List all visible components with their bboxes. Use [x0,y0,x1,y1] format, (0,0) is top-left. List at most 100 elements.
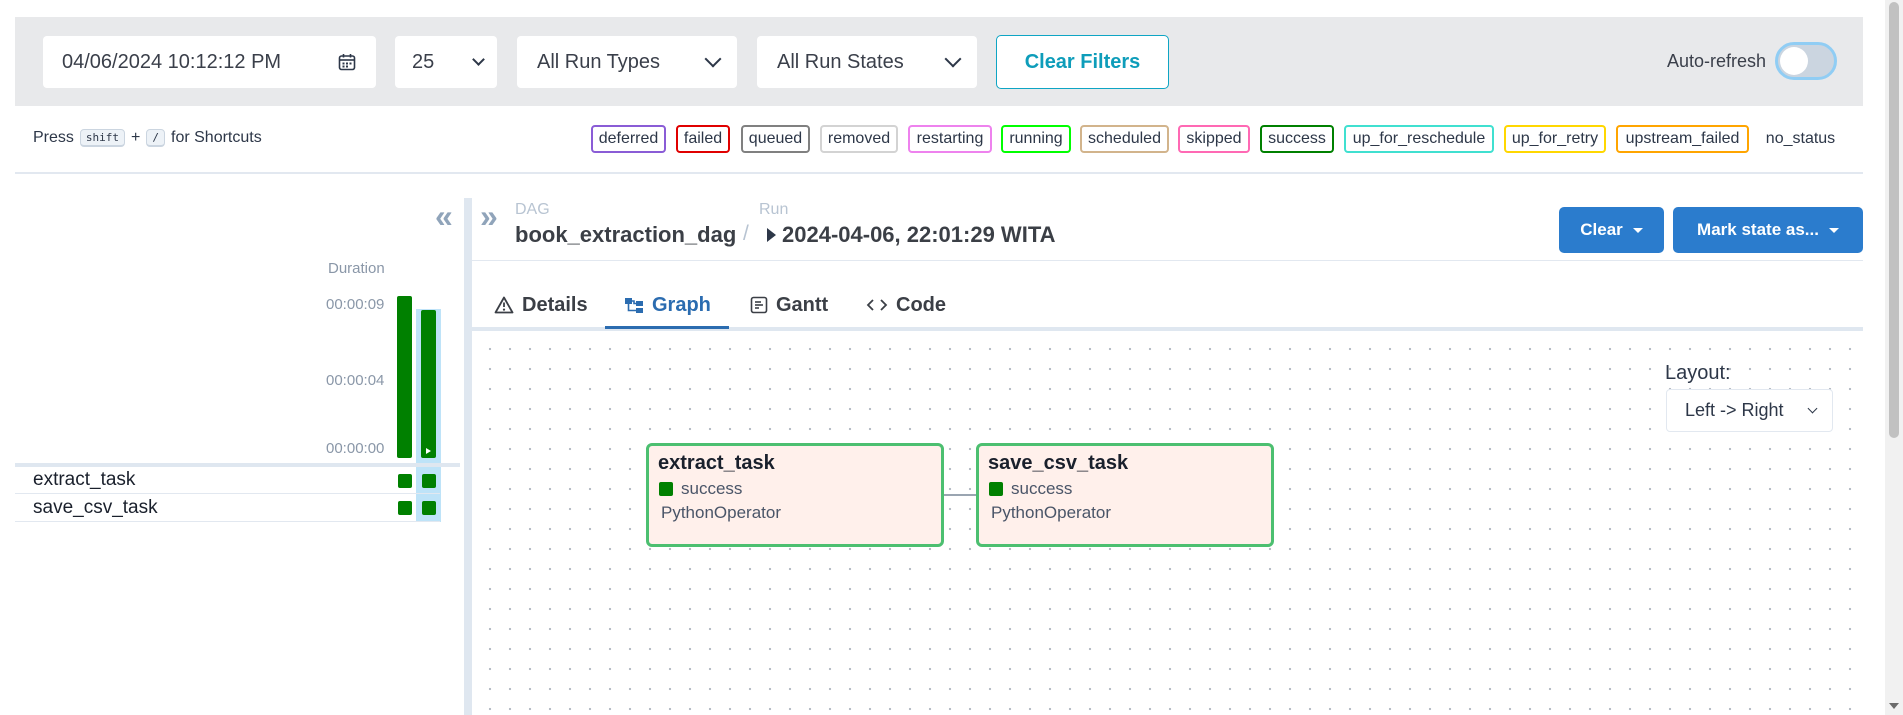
task-name: save_csv_task [33,497,158,518]
tab-gantt-label: Gantt [776,293,829,316]
calendar-icon[interactable] [338,53,356,71]
task-name: extract_task [33,469,136,490]
legend-deferred[interactable]: deferred [591,125,666,153]
tab-details-label: Details [522,293,588,316]
execution-date-input[interactable]: 04/06/2024 10:12:12 PM [43,36,376,88]
scrollbar-thumb[interactable] [1889,2,1899,438]
graph-node-extract-task[interactable]: extract_task success PythonOperator [646,443,944,547]
breadcrumb-separator: / [743,222,749,245]
chevron-down-icon [944,50,962,68]
header-divider [472,260,1863,261]
task-instance-status[interactable] [398,501,412,515]
legend-restarting[interactable]: restarting [908,125,992,153]
slash-key: / [146,129,165,147]
task-instance-status[interactable] [422,501,436,515]
chevron-down-icon [1807,403,1818,414]
node-state: success [681,479,743,498]
graph-node-save-csv-task[interactable]: save_csv_task success PythonOperator [976,443,1274,547]
node-operator: PythonOperator [991,503,1112,522]
toggle-knob [1780,47,1808,75]
selected-run-marker-icon [426,448,431,454]
mark-state-button[interactable]: Mark state as... [1673,207,1863,253]
warning-icon [494,296,514,314]
legend-queued[interactable]: queued [741,125,810,153]
tab-graph[interactable]: Graph [624,281,711,329]
clear-button-label: Clear [1580,220,1623,239]
layout-value: Left -> Right [1685,400,1784,420]
node-operator: PythonOperator [661,503,782,522]
run-duration-bar[interactable] [397,296,412,458]
node-state-indicator [659,482,673,496]
chevron-down-icon [472,53,485,66]
legend-skipped[interactable]: skipped [1178,125,1250,153]
tab-code-label: Code [896,293,946,316]
legend-success[interactable]: success [1260,125,1334,153]
execution-date-value: 04/06/2024 10:12:12 PM [62,50,282,73]
mark-state-label: Mark state as... [1697,220,1819,239]
divider [15,172,1863,174]
grid-task-row[interactable]: extract_task [15,467,440,494]
play-icon [767,228,776,242]
breadcrumb-run[interactable]: 2024-04-06, 22:01:29 WITA [767,222,1056,248]
breadcrumb-dag-id[interactable]: book_extraction_dag [515,222,736,248]
node-task-name: extract_task [658,452,775,474]
auto-refresh-label: Auto-refresh [1667,51,1767,71]
layout-select[interactable]: Left -> Right [1666,389,1833,432]
chevron-down-icon [704,50,722,68]
legend-up-for-retry[interactable]: up_for_retry [1504,125,1606,153]
node-state-indicator [989,482,1003,496]
active-tab-indicator [605,326,729,329]
panel-resize-handle[interactable] [464,198,472,715]
tab-graph-label: Graph [652,293,711,316]
shift-key: shift [79,129,126,147]
run-duration-bar[interactable] [421,310,436,458]
tab-gantt[interactable]: Gantt [750,281,828,329]
shortcuts-plus: + [131,129,141,146]
task-instance-status[interactable] [398,474,412,488]
scroll-down-arrow-icon[interactable] [1889,703,1899,709]
caret-down-icon [1828,227,1839,233]
tab-code[interactable]: Code [866,281,946,329]
tab-details[interactable]: Details [494,281,588,329]
legend-upstream-failed[interactable]: upstream_failed [1616,125,1749,153]
run-states-select[interactable]: All Run States [757,36,977,88]
run-types-value: All Run Types [537,50,661,73]
shortcuts-hint: Press shift + / for Shortcuts [33,129,262,147]
code-icon [866,299,888,311]
shortcuts-suffix: for Shortcuts [171,129,262,146]
grid-task-row[interactable]: save_csv_task [15,495,440,522]
expand-details-icon[interactable]: » [480,198,498,235]
graph-edge [944,494,978,496]
breadcrumb-dag-label: DAG [515,201,550,218]
clear-button[interactable]: Clear [1559,207,1664,253]
duration-tick: 00:00:00 [326,440,385,457]
legend-removed[interactable]: removed [820,125,898,153]
collapse-grid-icon[interactable]: « [435,198,453,235]
node-task-name: save_csv_task [988,452,1129,474]
gantt-icon [750,296,768,314]
task-instance-status[interactable] [422,474,436,488]
layout-label: Layout: [1665,362,1731,384]
run-id: 2024-04-06, 22:01:29 WITA [782,222,1056,247]
legend-failed[interactable]: failed [676,125,730,153]
duration-label: Duration [328,260,385,277]
caret-down-icon [1632,227,1643,233]
page-scrollbar[interactable] [1885,0,1903,715]
node-state: success [1011,479,1073,498]
run-states-value: All Run States [777,50,904,73]
auto-refresh-toggle[interactable] [1775,42,1837,80]
filter-bar: 04/06/2024 10:12:12 PM 25 All Run Types … [15,17,1863,106]
legend-running[interactable]: running [1001,125,1071,153]
breadcrumb-run-label: Run [759,201,789,218]
legend-no-status[interactable]: no_status [1758,125,1843,153]
duration-tick: 00:00:09 [326,296,385,313]
graph-icon [625,298,643,313]
legend-scheduled[interactable]: scheduled [1080,125,1169,153]
shortcuts-press: Press [33,129,74,146]
num-runs-value: 25 [412,50,435,73]
duration-tick: 00:00:04 [326,372,385,389]
legend-up-for-reschedule[interactable]: up_for_reschedule [1344,125,1494,153]
clear-filters-button[interactable]: Clear Filters [996,35,1169,89]
num-runs-select[interactable]: 25 [395,36,497,88]
run-types-select[interactable]: All Run Types [517,36,737,88]
